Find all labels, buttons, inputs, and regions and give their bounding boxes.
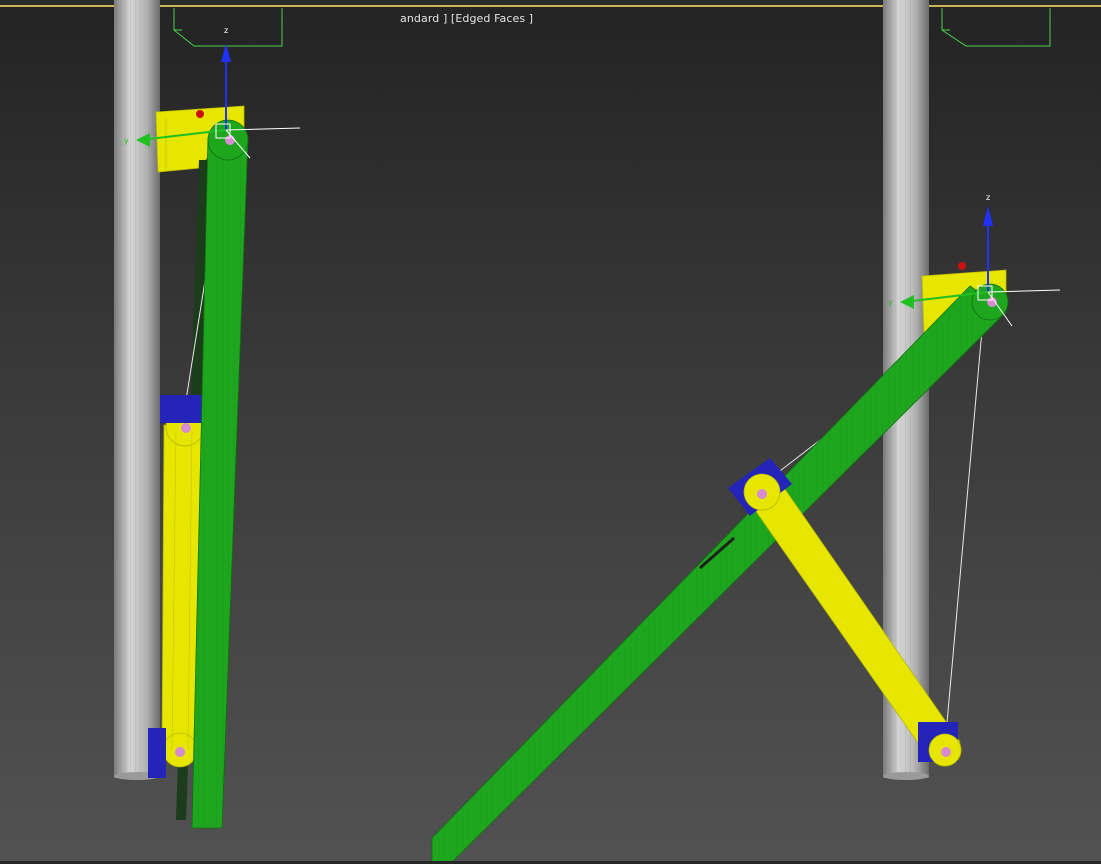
right-wire-box[interactable] [941,8,1051,47]
left-gizmo-z-label: z [224,26,228,35]
right-mid-pivot[interactable] [757,489,767,499]
right-bottom-pivot[interactable] [941,747,951,757]
perspective-viewport[interactable]: z y z y andard] [Edged Faces] [0,0,1101,864]
left-assembly[interactable]: z y [114,0,301,829]
viewport-shading-label[interactable]: andard ] [Edged Faces ] [400,12,533,25]
scene-canvas[interactable]: z y z y [0,0,1101,864]
right-gizmo-y-label: y [888,298,893,307]
left-lower-blue-bracket[interactable] [148,728,166,778]
left-pole[interactable] [114,0,160,780]
left-bottom-pivot[interactable] [175,747,185,757]
right-cable [945,329,983,735]
left-gizmo-y-label: y [124,136,129,145]
left-upper-blue-bracket[interactable] [160,395,202,423]
left-mid-pivot[interactable] [181,423,191,433]
right-gizmo-z-label: z [986,193,990,202]
right-assembly[interactable]: z y [431,0,1061,864]
